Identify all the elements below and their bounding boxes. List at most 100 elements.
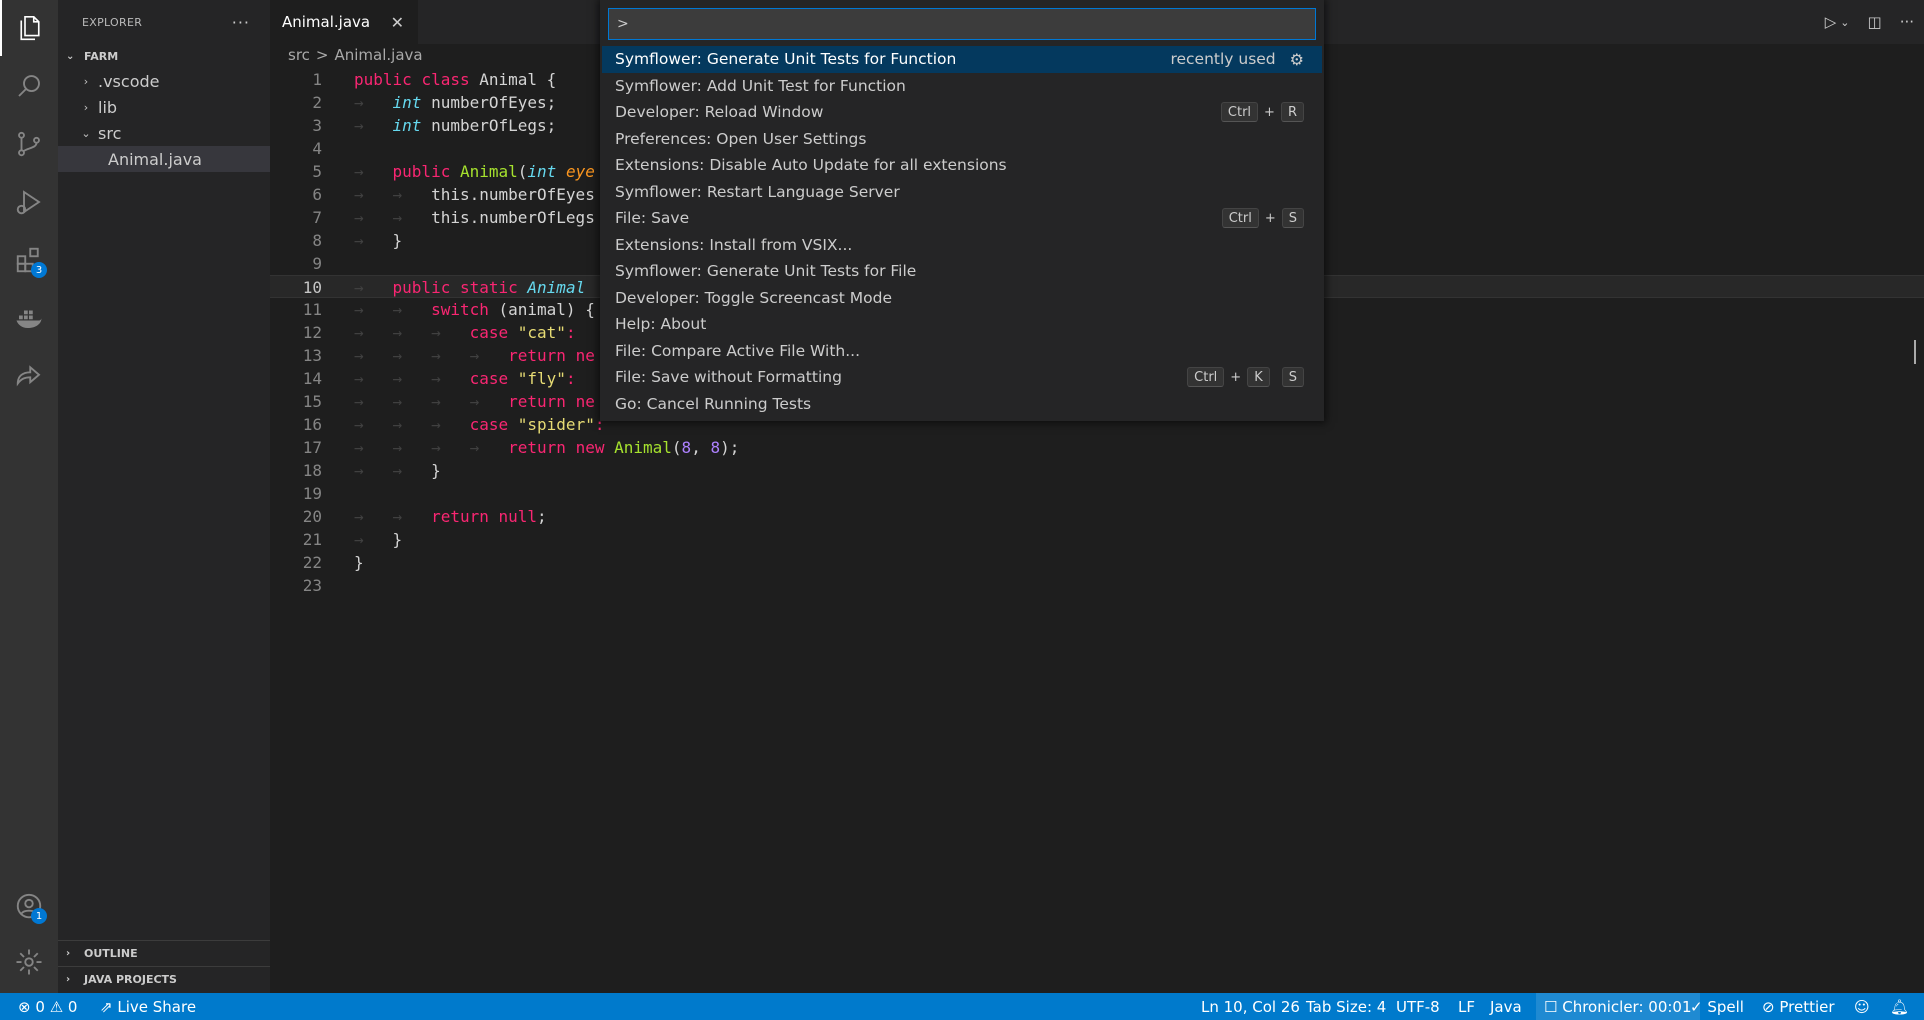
chevron-right-icon: ›: [83, 74, 89, 88]
extensions-icon[interactable]: 3: [0, 232, 58, 288]
spell-status[interactable]: ✓ Spell: [1690, 993, 1744, 1020]
folder-farm[interactable]: ⌄ FARM: [58, 44, 270, 68]
more-actions-icon[interactable]: ···: [232, 13, 250, 32]
problems-indicator[interactable]: ⊗ 0 ⚠ 0: [18, 993, 77, 1020]
key: Ctrl: [1220, 102, 1259, 123]
command-item[interactable]: Extensions: Disable Auto Update for all …: [602, 152, 1322, 179]
command-meta: recently used ⚙: [1170, 50, 1304, 69]
scrollbar[interactable]: [1914, 340, 1924, 364]
tree-item-vscode[interactable]: › .vscode: [58, 68, 270, 94]
line-number: 10: [302, 278, 322, 297]
command-label: Extensions: Disable Auto Update for all …: [615, 156, 1007, 175]
chronicler-status[interactable]: ☐ Chronicler: 00:01: [1536, 993, 1700, 1020]
key-plus: +: [1264, 104, 1275, 120]
run-debug-icon[interactable]: [0, 174, 58, 230]
command-item[interactable]: Developer: Reload Window Ctrl + R: [602, 99, 1322, 126]
error-icon: ⊗: [18, 997, 31, 1016]
keybinding: Ctrl + R: [1220, 102, 1304, 123]
code-line: 22}: [270, 551, 1924, 574]
source-control-icon[interactable]: [0, 116, 58, 172]
chronicler-label: Chronicler: 00:01: [1562, 997, 1692, 1016]
key-plus: +: [1264, 210, 1276, 226]
code-text: → → switch (animal) {: [354, 300, 595, 319]
live-share-status[interactable]: ⇗ Live Share: [100, 993, 196, 1020]
key: S: [1281, 367, 1304, 388]
line-number: 11: [302, 300, 322, 319]
accounts-icon[interactable]: 1: [0, 878, 58, 934]
code-line: 18 → → }: [270, 459, 1924, 482]
explorer-icon[interactable]: [0, 0, 58, 56]
code-text: → → this.numberOfLegs: [354, 208, 595, 227]
tree-item-animal-java[interactable]: Animal.java: [58, 146, 270, 172]
outline-section[interactable]: › OUTLINE: [58, 940, 270, 966]
key: R: [1280, 102, 1304, 123]
run-icon[interactable]: ▷: [1825, 13, 1837, 31]
editor-actions: ▷ ⌄ ◫ ···: [1825, 0, 1914, 44]
tree-item-src[interactable]: ⌄ src: [58, 120, 270, 146]
tab-size[interactable]: Tab Size: 4: [1306, 993, 1386, 1020]
tree-item-label: src: [98, 123, 122, 143]
command-item[interactable]: Preferences: Open User Settings: [602, 126, 1322, 153]
command-item[interactable]: Developer: Toggle Screencast Mode: [602, 285, 1322, 312]
notifications-bell-icon[interactable]: 🔔︎: [1890, 993, 1909, 1020]
command-label: Symflower: Generate Unit Tests for File: [615, 262, 917, 281]
recently-used-label: recently used: [1170, 50, 1276, 69]
live-share-icon: ⇗: [100, 997, 113, 1016]
command-item[interactable]: File: Save without Formatting Ctrl + K S: [602, 364, 1322, 391]
code-text: → → }: [354, 461, 441, 480]
code-text: → → return null;: [354, 507, 547, 526]
line-number: 21: [302, 530, 322, 549]
more-actions-icon[interactable]: ···: [1900, 13, 1914, 31]
search-icon[interactable]: [0, 58, 58, 114]
command-item[interactable]: File: Compare Active File With...: [602, 338, 1322, 365]
breadcrumb: src > Animal.java: [288, 46, 423, 66]
java-projects-section[interactable]: › JAVA PROJECTS: [58, 966, 270, 992]
breadcrumb-file[interactable]: Animal.java: [334, 46, 422, 66]
prettier-status[interactable]: ⊘ Prettier: [1762, 993, 1835, 1020]
keybinding: Ctrl + S: [1221, 208, 1304, 229]
split-editor-icon[interactable]: ◫: [1868, 13, 1882, 31]
tree-item-label: .vscode: [98, 71, 160, 91]
tree-item-label: Animal.java: [108, 149, 202, 169]
manage-gear-icon[interactable]: [0, 934, 58, 990]
docker-icon[interactable]: [0, 290, 58, 346]
chevron-down-icon[interactable]: ⌄: [1840, 16, 1849, 29]
command-palette-input[interactable]: >: [608, 8, 1316, 40]
command-item[interactable]: Extensions: Install from VSIX...: [602, 232, 1322, 259]
line-number: 12: [302, 323, 322, 342]
code-text: }: [354, 553, 364, 572]
line-number: 13: [302, 346, 322, 365]
command-label: Developer: Reload Window: [615, 103, 824, 122]
command-item[interactable]: File: Save Ctrl + S: [602, 205, 1322, 232]
tree-item-lib[interactable]: › lib: [58, 94, 270, 120]
explorer-header: EXPLORER ···: [58, 0, 270, 44]
language-mode[interactable]: Java: [1490, 993, 1522, 1020]
code-text: → int numberOfEyes;: [354, 93, 557, 112]
warning-icon: ⚠: [49, 997, 64, 1016]
close-icon[interactable]: ✕: [391, 13, 404, 32]
command-label: Help: About: [615, 315, 707, 334]
code-text: → → → case "fly":: [354, 369, 576, 388]
code-text: → public static Animal: [354, 278, 586, 297]
line-number: 1: [312, 70, 322, 89]
command-item[interactable]: Symflower: Generate Unit Tests for File: [602, 258, 1322, 285]
command-item[interactable]: Symflower: Restart Language Server: [602, 179, 1322, 206]
end-of-line[interactable]: LF: [1458, 993, 1475, 1020]
gear-icon[interactable]: ⚙: [1290, 50, 1304, 69]
breadcrumb-folder[interactable]: src: [288, 46, 310, 66]
code-text: → → → case "cat":: [354, 323, 576, 342]
command-item[interactable]: Symflower: Generate Unit Tests for Funct…: [602, 46, 1322, 73]
key: S: [1281, 208, 1304, 229]
encoding[interactable]: UTF-8: [1396, 993, 1440, 1020]
command-item[interactable]: Help: About: [602, 311, 1322, 338]
live-share-icon[interactable]: [0, 348, 58, 404]
tab-animal-java[interactable]: Animal.java ✕: [270, 0, 418, 44]
feedback-icon[interactable]: ☺: [1854, 993, 1870, 1020]
command-item[interactable]: Go: Cancel Running Tests: [602, 391, 1322, 418]
cursor-position[interactable]: Ln 10, Col 26: [1201, 993, 1300, 1020]
line-number: 18: [302, 461, 322, 480]
line-number: 2: [312, 93, 322, 112]
command-item[interactable]: Symflower: Add Unit Test for Function: [602, 73, 1322, 100]
line-number: 22: [302, 553, 322, 572]
line-number: 6: [312, 185, 322, 204]
